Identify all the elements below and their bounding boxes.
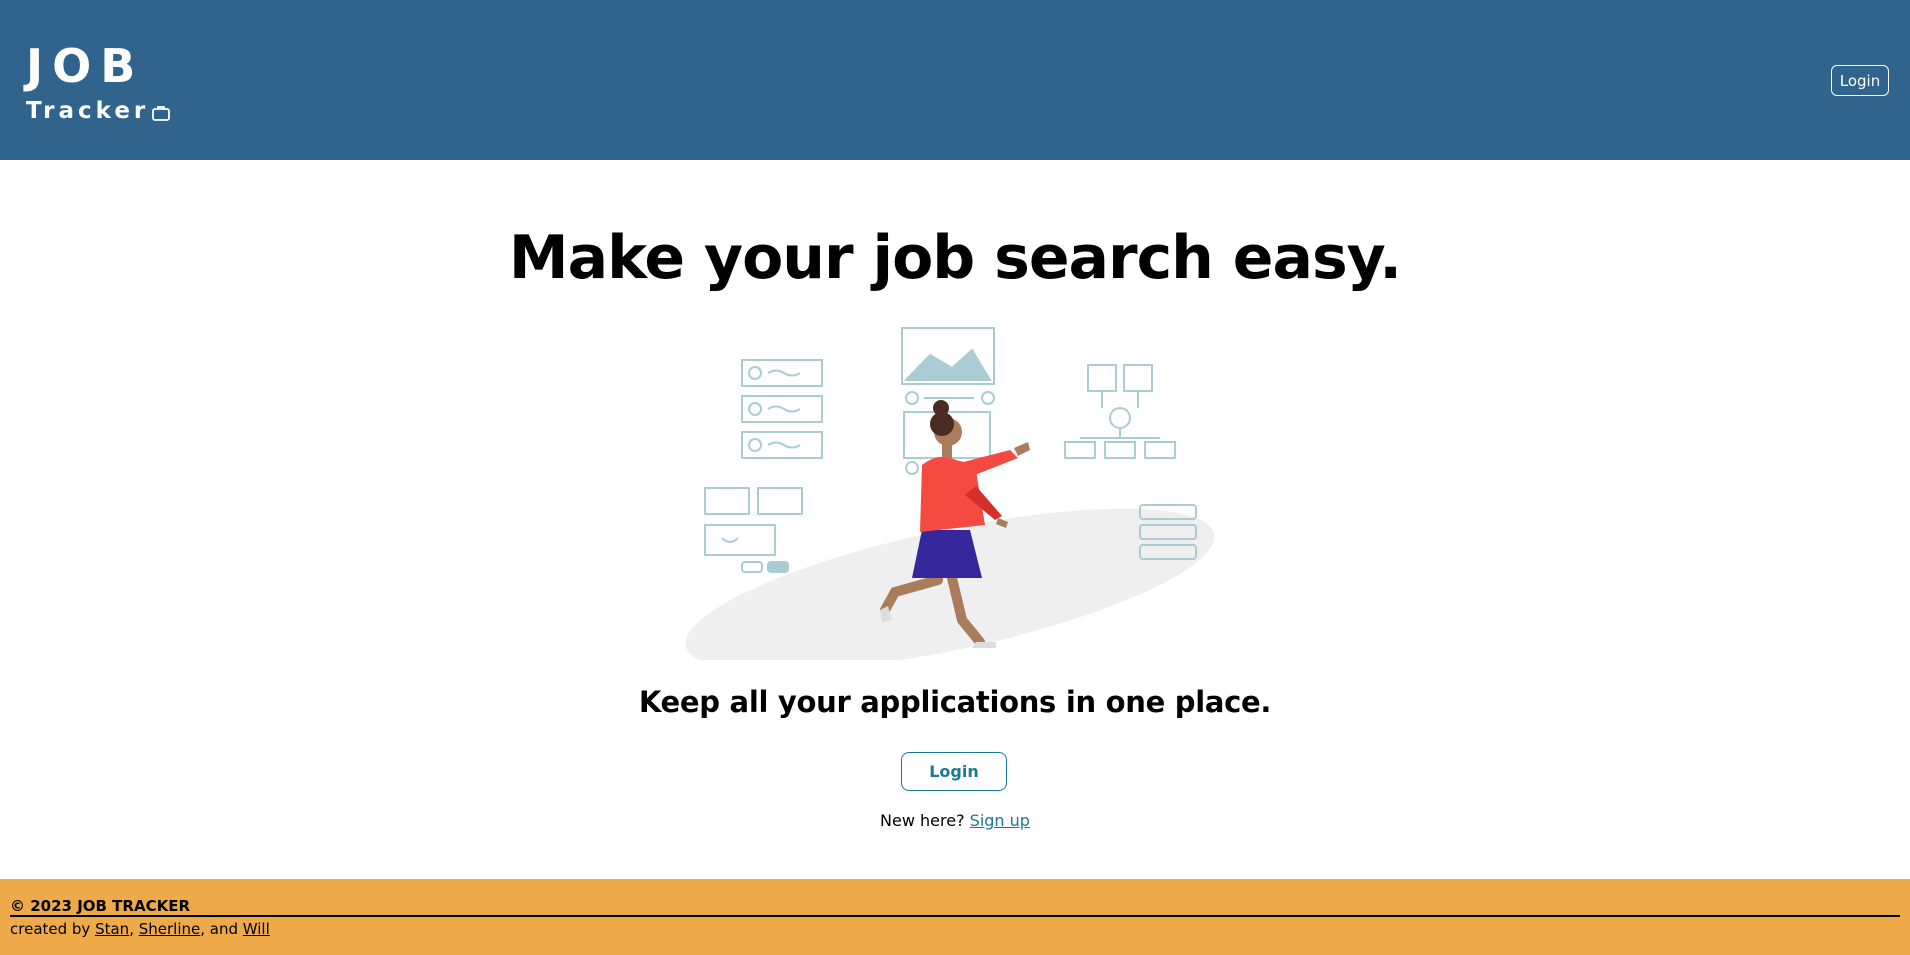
page-footer: © 2023 JOB TRACKER created by Stan, Sher… xyxy=(0,879,1910,955)
top-header: JOB Tracker Login xyxy=(0,0,1910,160)
page-subheading: Keep all your applications in one place. xyxy=(638,685,1272,719)
new-here-text: New here? xyxy=(880,811,965,830)
hero-section: Make your job search easy. Keep all your… xyxy=(0,160,1910,879)
author-link-sherline[interactable]: Sherline xyxy=(139,920,201,938)
brand-logo[interactable]: JOB Tracker xyxy=(26,38,171,126)
credits-line: created by Stan, Sherline, and Will xyxy=(10,919,270,939)
credits-separator: , xyxy=(129,920,139,938)
credits-separator: , and xyxy=(200,920,243,938)
author-link-stan[interactable]: Stan xyxy=(95,920,129,938)
signup-link[interactable]: Sign up xyxy=(970,811,1030,830)
brand-subtitle-text: Tracker xyxy=(26,98,150,124)
created-by-text: created by xyxy=(10,920,96,938)
brand-title: JOB xyxy=(26,39,145,93)
header-login-button[interactable]: Login xyxy=(1831,65,1889,96)
copyright-text: © 2023 JOB TRACKER xyxy=(10,895,1900,917)
author-link-will[interactable]: Will xyxy=(243,920,270,938)
page-headline: Make your job search easy. xyxy=(508,223,1402,293)
brand-subtitle: Tracker xyxy=(26,96,171,126)
hero-illustration xyxy=(680,320,1230,672)
signup-prompt: New here? Sign up xyxy=(0,810,1910,832)
login-button[interactable]: Login xyxy=(901,752,1007,791)
briefcase-icon xyxy=(151,101,171,121)
